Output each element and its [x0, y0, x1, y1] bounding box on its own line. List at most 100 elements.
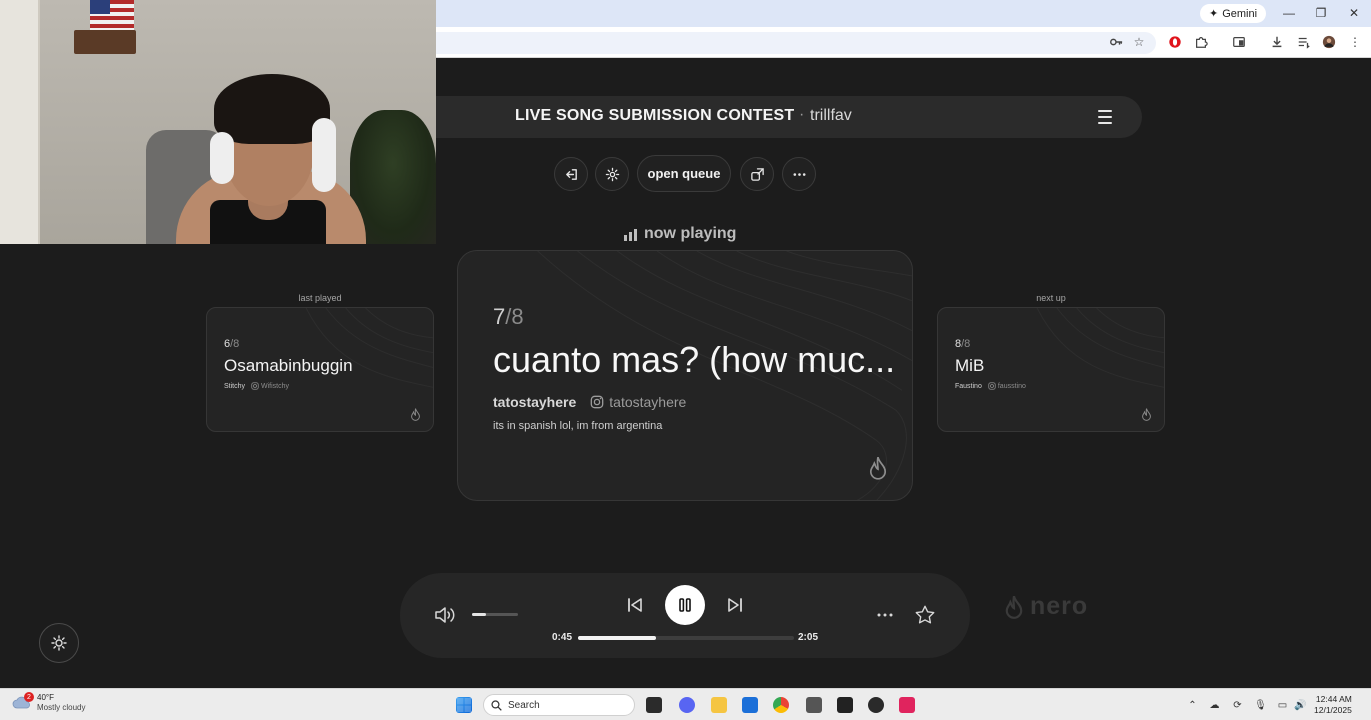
- more-options-button[interactable]: [782, 157, 816, 191]
- close-window-button[interactable]: ✕: [1343, 4, 1365, 22]
- extensions-puzzle-icon[interactable]: [1191, 33, 1211, 51]
- contest-header: LIVE SONG SUBMISSION CONTEST · trillfav: [436, 96, 1142, 138]
- elapsed-time: 0:45: [552, 632, 573, 643]
- next-up-artist-row: Faustino fausstino: [955, 382, 1026, 390]
- now-playing-card[interactable]: 7/8 cuanto mas? (how muc... tatostayhere…: [457, 250, 913, 501]
- profile-avatar[interactable]: [1319, 33, 1339, 51]
- windows-start-icon[interactable]: [456, 697, 472, 713]
- flame-icon: [1142, 408, 1151, 421]
- pause-icon: [679, 598, 691, 612]
- chevron-up-icon[interactable]: ⌃: [1186, 699, 1199, 711]
- last-played-label: last played: [298, 293, 342, 303]
- share-icon: [750, 167, 764, 181]
- ellipsis-icon: [793, 172, 805, 176]
- submission-note: its in spanish lol, im from argentina: [493, 420, 663, 432]
- speaker-icon: [435, 607, 455, 623]
- sync-icon[interactable]: ⟳: [1231, 699, 1244, 711]
- previous-track-button[interactable]: [624, 595, 646, 615]
- notification-badge: 2: [24, 692, 34, 702]
- address-bar[interactable]: [436, 32, 1156, 54]
- last-played-artist-row: Stitchy Wifistchy: [224, 382, 289, 390]
- system-clock[interactable]: 12:44 AM 12/1/2025: [1314, 694, 1352, 716]
- taskbar-search[interactable]: Search: [483, 694, 635, 716]
- opera-extension-icon[interactable]: [1165, 33, 1185, 51]
- chrome-icon[interactable]: [773, 697, 789, 713]
- bookmark-star-icon[interactable]: ☆: [1129, 33, 1149, 51]
- discord-icon[interactable]: [679, 697, 695, 713]
- instagram-icon: [251, 382, 259, 390]
- microphone-icon[interactable]: 🎙: [1254, 699, 1267, 711]
- cast-tab-icon[interactable]: [1229, 33, 1249, 51]
- streamer-username[interactable]: trillfav: [810, 107, 852, 125]
- total-duration: 2:05: [798, 632, 819, 643]
- seek-bar[interactable]: [578, 636, 794, 640]
- last-played-title: Osamabinbuggin: [224, 356, 353, 375]
- pause-button[interactable]: [665, 585, 705, 625]
- next-up-instagram[interactable]: fausstino: [988, 382, 1026, 390]
- windows-taskbar: 2 40°F Mostly cloudy Search ⌃ ☁ ⟳ 🎙 ▭ 🔊 …: [0, 688, 1371, 720]
- minimize-button[interactable]: —: [1278, 4, 1300, 22]
- restore-button[interactable]: ❐: [1310, 4, 1332, 22]
- open-queue-button[interactable]: open queue: [637, 155, 731, 192]
- volume-level: [472, 613, 486, 616]
- weather-widget[interactable]: 2 40°F Mostly cloudy: [12, 692, 86, 713]
- download-icon[interactable]: [1267, 33, 1287, 51]
- next-up-card[interactable]: 8/8 MiB Faustino fausstino: [937, 307, 1165, 432]
- onedrive-icon[interactable]: ☁: [1208, 699, 1221, 711]
- gemini-button[interactable]: ✦ Gemini: [1200, 4, 1267, 23]
- cam-headphone-left: [210, 132, 234, 184]
- epic-games-icon[interactable]: [837, 697, 853, 713]
- now-playing-instagram[interactable]: tatostayhere: [590, 394, 686, 410]
- ellipsis-icon: [877, 613, 893, 617]
- search-icon: [491, 699, 502, 711]
- last-played-instagram[interactable]: Wifistchy: [251, 382, 289, 390]
- tiktok-icon[interactable]: [899, 697, 915, 713]
- now-playing-text: now playing: [644, 225, 737, 242]
- header-separator: ·: [799, 106, 805, 123]
- weather-desc: Mostly cloudy: [37, 703, 86, 712]
- next-track-button[interactable]: [724, 595, 746, 615]
- search-label: Search: [508, 699, 540, 711]
- seek-progress: [578, 636, 656, 640]
- skip-back-icon: [628, 598, 642, 612]
- steam-icon[interactable]: [806, 697, 822, 713]
- now-playing-title: cuanto mas? (how muc...: [493, 339, 896, 380]
- obs-icon[interactable]: [868, 697, 884, 713]
- nero-logo: nero: [1004, 592, 1088, 621]
- settings-button[interactable]: [595, 157, 629, 191]
- exit-button[interactable]: [554, 157, 588, 191]
- volume-tray-icon[interactable]: 🔊: [1294, 699, 1307, 711]
- task-view-icon[interactable]: [646, 697, 662, 713]
- cam-headphone-right: [312, 118, 336, 192]
- favorite-button[interactable]: [913, 603, 937, 627]
- exit-icon: [565, 168, 577, 180]
- reading-list-icon[interactable]: [1294, 33, 1314, 51]
- flame-icon: [1005, 595, 1023, 619]
- volume-slider[interactable]: [472, 613, 518, 616]
- hamburger-menu-icon[interactable]: [1093, 108, 1117, 126]
- password-key-icon[interactable]: [1106, 33, 1126, 51]
- last-played-card[interactable]: 6/8 Osamabinbuggin Stitchy Wifistchy: [206, 307, 434, 432]
- star-icon: [915, 605, 935, 624]
- next-up-label: next up: [1036, 293, 1066, 303]
- weather-temp: 40°F: [37, 693, 54, 702]
- microsoft-store-icon[interactable]: [742, 697, 758, 713]
- contest-title: LIVE SONG SUBMISSION CONTEST: [515, 107, 795, 124]
- clock-date: 12/1/2025: [1314, 705, 1352, 715]
- player-more-button[interactable]: [874, 605, 896, 625]
- now-playing-position: 7/8: [493, 304, 524, 329]
- theme-toggle-button[interactable]: [39, 623, 79, 663]
- share-button[interactable]: [740, 157, 774, 191]
- last-played-artist: Stitchy: [224, 382, 246, 390]
- browser-menu-icon[interactable]: ⋮: [1345, 33, 1365, 51]
- network-icon[interactable]: ▭: [1276, 699, 1289, 711]
- flame-icon: [411, 408, 420, 421]
- next-up-title: MiB: [955, 356, 985, 375]
- instagram-icon: [988, 382, 996, 390]
- volume-button[interactable]: [433, 604, 457, 626]
- file-explorer-icon[interactable]: [711, 697, 727, 713]
- nero-wordmark: nero: [1030, 592, 1089, 620]
- next-up-position: 8/8: [955, 338, 971, 350]
- webcam-overlay: [0, 0, 436, 244]
- instagram-icon: [590, 395, 604, 409]
